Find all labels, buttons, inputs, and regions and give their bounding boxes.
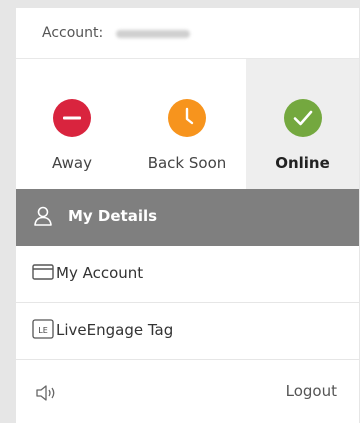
account-menu: My Details My Account LE LiveEngage Tag	[16, 189, 359, 360]
user-icon	[32, 205, 54, 231]
status-selector: Away Back Soon Online	[16, 59, 359, 189]
speaker-icon[interactable]	[34, 383, 60, 407]
status-menu-panel: Account: Away Back Soon Online My Detail…	[16, 8, 359, 423]
menu-item-my-account[interactable]: My Account	[16, 246, 359, 303]
account-label: Account:	[42, 25, 104, 41]
menu-item-label: My Account	[56, 264, 144, 282]
le-icon-text: LE	[38, 326, 48, 335]
account-row: Account:	[16, 8, 359, 59]
menu-item-label: My Details	[68, 207, 158, 225]
menu-item-my-details[interactable]: My Details	[16, 189, 359, 246]
card-icon	[32, 263, 54, 285]
le-tag-icon: LE	[32, 319, 54, 343]
menu-footer: Logout	[16, 362, 359, 423]
account-id-blurred	[116, 30, 190, 38]
status-back-soon-button[interactable]: Back Soon	[128, 59, 246, 189]
menu-item-liveengage-tag[interactable]: LE LiveEngage Tag	[16, 303, 359, 360]
menu-item-label: LiveEngage Tag	[56, 321, 174, 339]
status-online-button[interactable]: Online	[246, 59, 359, 189]
status-away-button[interactable]: Away	[16, 59, 128, 189]
status-back-soon-label: Back Soon	[147, 154, 227, 172]
checkmark-icon	[283, 99, 322, 137]
minus-icon	[53, 99, 91, 137]
clock-icon	[168, 99, 206, 137]
status-online-label: Online	[275, 154, 330, 172]
status-away-label: Away	[52, 154, 92, 172]
logout-link[interactable]: Logout	[286, 382, 337, 400]
